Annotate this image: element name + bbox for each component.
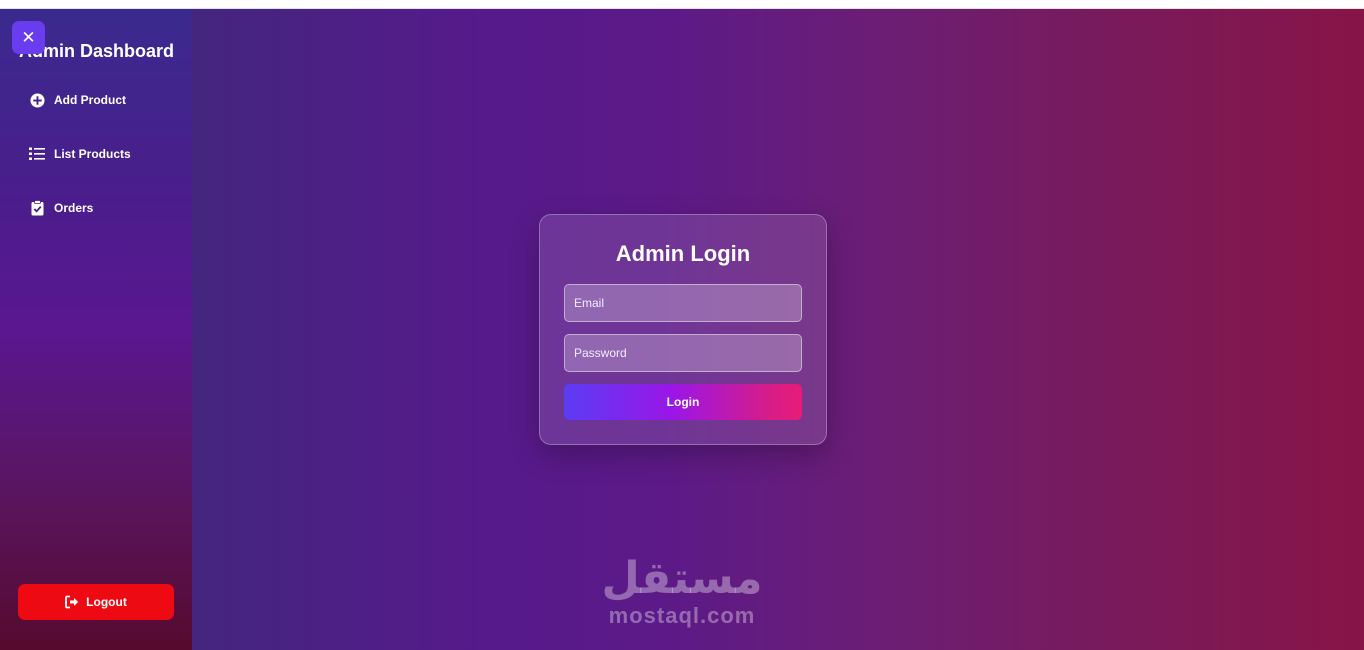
logout-button[interactable]: Logout: [18, 584, 174, 620]
sidebar-item-label: Orders: [54, 201, 94, 215]
login-card: Admin Login Login: [539, 214, 827, 445]
browser-top-strip: [0, 0, 1364, 9]
plus-circle-icon: [29, 92, 45, 108]
sidebar-item-label: List Products: [54, 147, 131, 161]
list-icon: [29, 146, 45, 162]
login-title: Admin Login: [615, 241, 751, 266]
close-icon: ✕: [21, 27, 36, 47]
logout-label: Logout: [86, 595, 127, 609]
close-sidebar-button[interactable]: ✕: [12, 21, 45, 54]
sidebar-item-list-products[interactable]: List Products: [29, 145, 189, 163]
watermark: مستقل mostaql.com: [597, 557, 767, 629]
sidebar-item-orders[interactable]: Orders: [29, 199, 189, 217]
sidebar: ✕ Admin Dashboard Add Product List Produ…: [0, 9, 192, 650]
email-field[interactable]: [564, 284, 802, 322]
sidebar-nav: Add Product List Products Orders: [29, 91, 189, 253]
clipboard-check-icon: [29, 200, 45, 216]
password-field[interactable]: [564, 334, 802, 372]
watermark-latin: mostaql.com: [608, 603, 756, 628]
logout-icon: [65, 595, 79, 609]
main-content: Admin Login Login مستقل mostaql.com: [192, 9, 1364, 650]
login-button[interactable]: Login: [564, 384, 802, 420]
sidebar-item-add-product[interactable]: Add Product: [29, 91, 189, 109]
watermark-arabic: مستقل: [601, 553, 763, 604]
sidebar-item-label: Add Product: [54, 93, 126, 107]
